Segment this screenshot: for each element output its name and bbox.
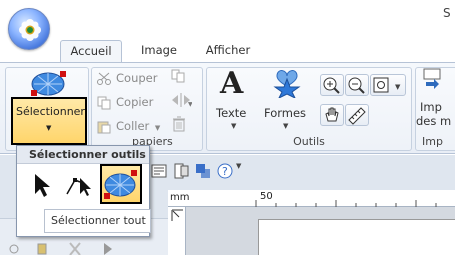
- help-icon[interactable]: ?: [216, 162, 234, 183]
- zoom-fit-button[interactable]: ▼: [370, 74, 406, 96]
- layers-icon[interactable]: [194, 162, 212, 183]
- select-button[interactable]: Sélectionner ▼: [11, 97, 87, 145]
- duplicate-icon[interactable]: [170, 68, 186, 87]
- title-bar: S: [0, 0, 455, 38]
- zoom-out-button[interactable]: [345, 74, 369, 96]
- ruler-icon: [348, 107, 366, 125]
- arrow-pointer-icon: [35, 174, 50, 197]
- shapes-button[interactable]: Formes ▼: [262, 66, 312, 132]
- hand-icon: [325, 107, 339, 122]
- paste-button[interactable]: Coller ▼: [96, 116, 160, 136]
- point-edit-icon: [66, 178, 91, 196]
- tab-image[interactable]: Image: [130, 40, 188, 62]
- paste-icon: [96, 120, 112, 134]
- text-button-label: Texte: [216, 106, 247, 120]
- zoom-in-button[interactable]: [320, 74, 344, 96]
- select-all-tooltip: Sélectionner tout: [44, 209, 151, 233]
- scissors-icon: [96, 72, 112, 86]
- design-page[interactable]: [258, 219, 455, 255]
- import-arrow-icon: [423, 68, 441, 89]
- svg-text:?: ?: [222, 165, 228, 178]
- import-group-label: Imp: [422, 135, 443, 148]
- svg-text:▼: ▼: [395, 83, 401, 91]
- shapes-button-label: Formes: [264, 106, 307, 120]
- import-label-line2: des m: [416, 114, 452, 128]
- select-all-icon: [104, 170, 137, 199]
- vertical-ruler: [168, 207, 186, 255]
- chevron-down-icon: ▼: [231, 122, 237, 130]
- import-button[interactable]: Imp des m: [416, 66, 455, 132]
- chevron-down-icon: ▼: [283, 122, 289, 130]
- tools-group-label: Outils: [293, 135, 325, 148]
- select-arrow-tool[interactable]: [25, 166, 59, 202]
- panel-tool-icons: [9, 242, 112, 255]
- copy-label: Copier: [116, 95, 154, 109]
- mirror-icon[interactable]: ▼: [170, 92, 193, 111]
- point-edit-tool[interactable]: [62, 166, 96, 202]
- copy-icon: [96, 96, 112, 110]
- dropdown-title: Sélectionner outils: [17, 146, 149, 164]
- svg-text:▼: ▼: [188, 101, 192, 108]
- view-mode-icon[interactable]: [150, 162, 168, 183]
- cut-button[interactable]: Couper: [96, 68, 157, 88]
- select-tool-large-icon[interactable]: [30, 68, 70, 98]
- tab-accueil[interactable]: Accueil: [60, 40, 122, 62]
- copy-button[interactable]: Copier: [96, 92, 153, 112]
- import-label-line1: Imp: [420, 100, 442, 114]
- chevron-down-icon: ▼: [46, 124, 52, 132]
- window-title: S: [443, 6, 451, 20]
- select-all-tool[interactable]: [100, 164, 142, 204]
- zoom-in-icon: [323, 77, 340, 94]
- tab-afficher[interactable]: Afficher: [196, 40, 260, 62]
- measure-button[interactable]: [345, 104, 369, 126]
- flower-logo-icon: [19, 19, 41, 41]
- cut-label: Couper: [116, 71, 158, 85]
- text-button[interactable]: A Texte ▼: [212, 66, 256, 132]
- tab-row: Accueil Image Afficher: [0, 38, 455, 62]
- page-view-icon[interactable]: [172, 162, 190, 183]
- quick-toolbar: ? ▼: [150, 160, 455, 182]
- select-button-label: Sélectionner: [16, 105, 85, 118]
- zoom-fit-icon: ▼: [373, 77, 401, 93]
- select-tools-dropdown: Sélectionner outils Sélectionner tout: [16, 145, 151, 237]
- heart-star-icon: [273, 70, 301, 98]
- application-menu-button[interactable]: [8, 8, 50, 50]
- chevron-down-icon[interactable]: ▼: [236, 162, 241, 170]
- zoom-out-icon: [348, 77, 365, 94]
- text-glyph: A: [220, 66, 244, 101]
- corner-icon: [171, 209, 183, 221]
- pan-button[interactable]: [320, 104, 344, 126]
- horizontal-ruler: mm 50: [168, 190, 455, 207]
- trash-icon[interactable]: [172, 116, 186, 135]
- paste-label: Coller: [116, 119, 150, 133]
